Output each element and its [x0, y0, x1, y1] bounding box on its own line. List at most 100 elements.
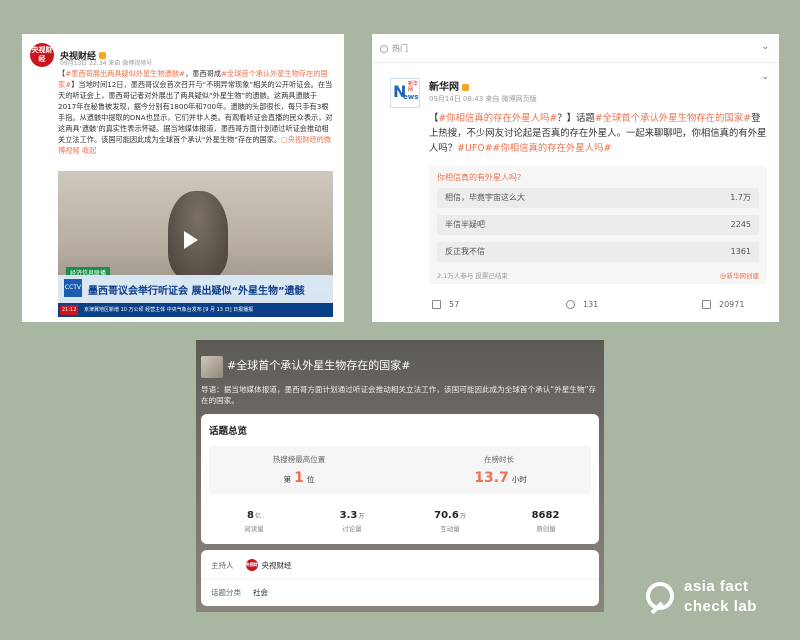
stat-number: 70.6: [434, 510, 459, 521]
cctv-finance-logo[interactable]: 央视财经: [30, 43, 54, 67]
stat-label: 讨论量: [342, 525, 362, 533]
news-ticker: 21:12 京津冀地区新增 10 万公顷 经营主体 中央气象台发布 [9 月 1…: [58, 303, 333, 317]
stat-unit: 亿: [254, 513, 261, 520]
hashtag-link-3[interactable]: #你相信真的存在外星人吗#: [493, 143, 612, 154]
author-name[interactable]: 新华网: [429, 78, 469, 93]
stat-unit: 万: [459, 513, 466, 520]
topic-page: #全球首个承认外星生物存在的国家# 导语：据当地媒体报道，墨西哥方面计划通过听证…: [196, 340, 604, 612]
post-text: 【#墨西哥展出两具疑似外星生物遗骸#，墨西哥成#全球首个承认外星生物存在的国家#…: [58, 68, 333, 156]
stat-label: 原创量: [536, 525, 556, 533]
duration-label: 在榜时长: [484, 455, 514, 464]
duration-unit: 小时: [511, 475, 527, 484]
host-value[interactable]: 央视财经 央视财经: [245, 559, 292, 579]
logo-word: ews: [403, 93, 419, 101]
divider: [201, 579, 599, 580]
poll-option-label: 相信，毕竟宇宙这么大: [445, 193, 525, 202]
xinhua-weibo-post: 热门 ⌄ ⌄ N ews 新华网 新华网 09月14日 08:43 来自 微博网…: [372, 34, 779, 322]
poll-creator[interactable]: @新华网创建: [720, 270, 759, 280]
hashtag-link[interactable]: #墨西哥展出两具疑似外星生物遗骸#: [65, 69, 185, 78]
post-text: 【#你相信真的存在外星人吗#？】话题#全球首个承认外星生物存在的国家#登上热搜，…: [429, 111, 767, 156]
topic-guide: 导语：据当地媒体报道，墨西哥方面计划通过听证会推动相关立法工作，该国可能因此成为…: [201, 385, 597, 405]
cctv-badge: CCTV: [64, 279, 82, 297]
category-row: 话题分类 社会: [211, 587, 268, 598]
divider: [372, 62, 779, 63]
logo-cn: 新华网: [408, 81, 419, 93]
host-row: 主持人 央视财经 央视财经: [211, 559, 292, 579]
hashtag-ufo[interactable]: #UFO#: [457, 143, 492, 154]
poll-option-label: 半信半疑吧: [445, 220, 485, 229]
hot-text: 热门: [392, 44, 408, 53]
news-caption: 墨西哥议会举行听证会 展出疑似“外星生物”遗骸: [88, 286, 305, 297]
bracket: 【: [429, 113, 439, 124]
stat-number: 3.3: [339, 510, 358, 521]
category-value: 社会: [253, 588, 268, 597]
collapse-link[interactable]: 收起: [82, 146, 96, 155]
poll-option-label: 反正我不信: [445, 247, 485, 256]
share-button[interactable]: 57: [432, 300, 459, 309]
peak-value: 1: [294, 470, 304, 486]
peak-value-line: 第1位: [209, 470, 389, 486]
stat-number: 8: [247, 510, 254, 521]
stat-discussions: 3.3万 讨论量: [307, 510, 397, 533]
asia-fact-check-lab-watermark: asia fact check lab: [646, 576, 796, 626]
hot-icon: [380, 44, 388, 53]
ranking-box: 热搜榜最高位置 第1位 在榜时长 13.7 小时: [209, 446, 591, 494]
share-icon: [432, 300, 441, 309]
hashtag-link-2[interactable]: #全球首个承认外星生物存在的国家#: [595, 113, 751, 124]
action-bar: 57 131 20971: [372, 296, 779, 316]
xinhua-logo[interactable]: N ews 新华网: [390, 78, 420, 108]
stat-label: 互动量: [440, 525, 460, 533]
host-name: 央视财经: [261, 560, 292, 570]
poll-title: 你相信真的有外星人吗？: [437, 173, 525, 182]
post-meta: 09月14日 08:43 来自 微博网页版: [429, 95, 537, 103]
stat-originals: 8682 原创量: [501, 510, 591, 533]
comment-count: 131: [583, 300, 599, 309]
chevron-down-icon[interactable]: ⌄: [761, 42, 769, 52]
like-button[interactable]: 20971: [702, 300, 744, 309]
logo-text: 央视财经: [31, 46, 53, 63]
topic-overview-card: 话题总览 热搜榜最高位置 第1位 在榜时长 13.7 小时 8亿 阅读量 3.3万…: [201, 414, 599, 544]
author-name-text: 新华网: [429, 82, 459, 93]
host-avatar: 央视财经: [245, 559, 258, 579]
stat-number: 8682: [531, 510, 560, 521]
poll-card: 你相信真的有外星人吗？ 相信，毕竟宇宙这么大 1.7万 半信半疑吧 2245 反…: [429, 166, 767, 284]
poll-option[interactable]: 半信半疑吧 2245: [437, 215, 759, 235]
peak-prefix: 第: [283, 475, 292, 484]
category-label: 话题分类: [211, 588, 241, 597]
stat-interactions: 70.6万 互动量: [405, 510, 495, 533]
text-part: ？】话题: [557, 113, 595, 124]
poll-option-count: 2245: [730, 220, 751, 229]
duration-value: 13.7: [474, 470, 509, 486]
stat-unit: 万: [358, 513, 365, 520]
text-part: ，墨西哥成: [185, 69, 222, 78]
time-badge: 21:12: [60, 305, 79, 315]
stat-reads: 8亿 阅读量: [209, 510, 299, 533]
cctv-weibo-post: 央视财经 央视财经 09月13日 22:34 来自 微博视频号 【#墨西哥展出两…: [22, 34, 344, 322]
like-count: 20971: [719, 300, 745, 309]
peak-suffix: 位: [306, 475, 315, 484]
hashtag-link[interactable]: #你相信真的存在外星人吗#: [438, 113, 557, 124]
share-count: 57: [449, 300, 460, 309]
stat-label: 阅读量: [244, 525, 264, 533]
play-icon[interactable]: [184, 231, 198, 249]
poll-option-count: 1.7万: [730, 193, 751, 202]
topic-thumbnail: [201, 356, 223, 378]
duration-value-line: 13.7 小时: [409, 470, 589, 486]
peak-position: 热搜榜最高位置 第1位: [209, 454, 389, 486]
thumbs-up-icon: [702, 300, 711, 309]
comment-icon: [566, 300, 575, 309]
ticker-text: 京津冀地区新增 10 万公顷 经营主体 中央气象台发布 [9 月 13 日] 日…: [84, 307, 254, 313]
comment-button[interactable]: 131: [566, 300, 598, 309]
poll-footer: 2.1万人参与 投票已结束: [437, 272, 508, 280]
watermark-line-2: check lab: [684, 598, 757, 615]
chevron-down-icon[interactable]: ⌄: [761, 72, 769, 82]
poll-option[interactable]: 相信，毕竟宇宙这么大 1.7万: [437, 188, 759, 208]
post-meta: 09月13日 22:34 来自 微博视频号: [60, 60, 153, 67]
verified-badge-icon: [462, 83, 469, 91]
poll-option[interactable]: 反正我不信 1361: [437, 242, 759, 262]
topic-title: #全球首个承认外星生物存在的国家#: [227, 359, 411, 372]
news-caption-bar: CCTV 墨西哥议会举行听证会 展出疑似“外星生物”遗骸: [58, 275, 333, 303]
video-player[interactable]: 经济信息联播 CCTV 墨西哥议会举行听证会 展出疑似“外星生物”遗骸 21:1…: [58, 171, 333, 317]
hot-section-label: 热门: [380, 43, 408, 54]
overview-title: 话题总览: [209, 426, 248, 437]
